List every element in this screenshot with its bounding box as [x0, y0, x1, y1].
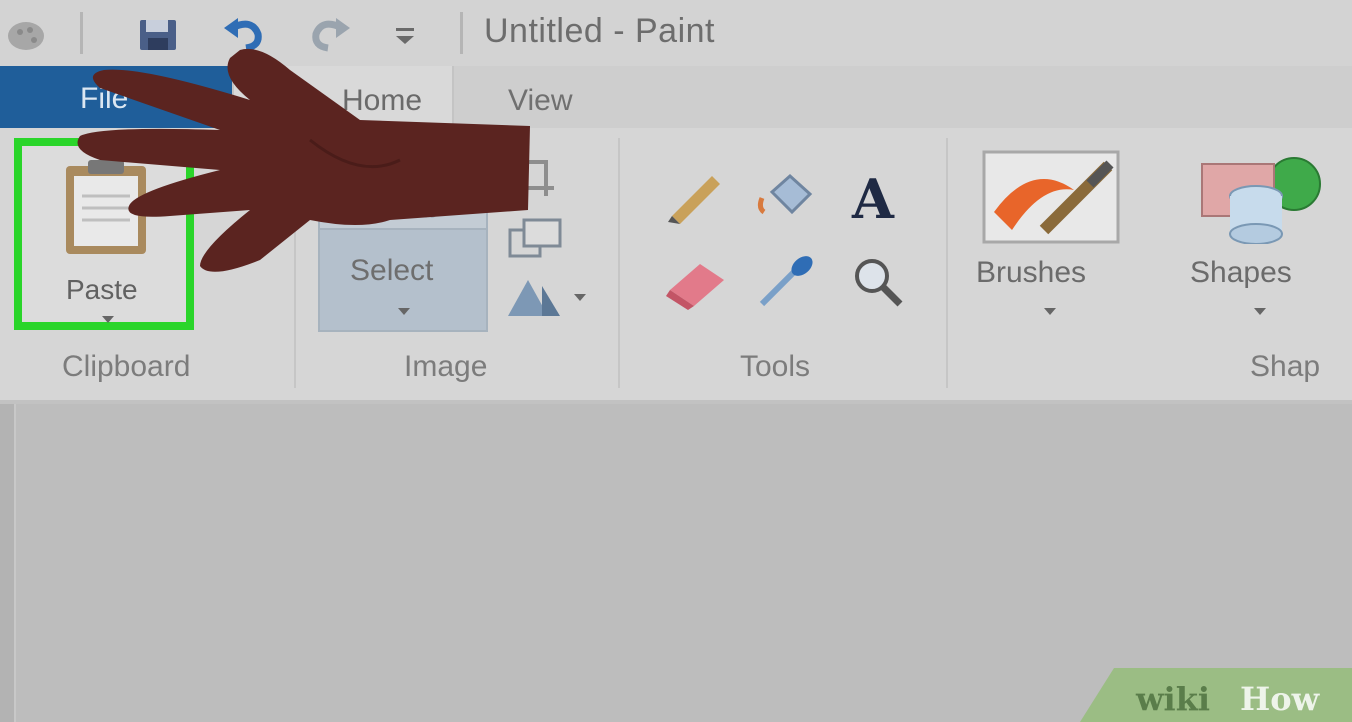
paint-app-icon[interactable] — [0, 14, 44, 54]
paste-dropdown-icon[interactable] — [102, 316, 114, 323]
canvas-left-edge — [0, 404, 16, 722]
watermark-how-text: How — [1240, 680, 1320, 718]
eraser-icon[interactable] — [664, 254, 728, 310]
pencil-icon[interactable] — [664, 168, 728, 224]
hand-overlay-icon — [77, 48, 530, 272]
brushes-label[interactable]: Brushes — [976, 256, 1086, 290]
group-label-tools: Tools — [740, 350, 811, 383]
shapes-icon[interactable] — [1196, 150, 1326, 244]
shapes-label[interactable]: Shapes — [1190, 256, 1292, 290]
svg-text:A: A — [851, 168, 895, 224]
ribbon-separator — [618, 138, 620, 388]
watermark-wiki-text: wiki — [1136, 680, 1211, 718]
group-label-shapes: Shap — [1250, 350, 1321, 383]
brushes-dropdown-icon[interactable] — [1044, 308, 1056, 315]
group-label-image: Image — [404, 350, 488, 383]
magnifier-icon[interactable] — [846, 254, 910, 310]
ribbon-separator — [946, 138, 948, 388]
fill-icon[interactable] — [754, 168, 818, 224]
group-label-clipboard: Clipboard — [62, 350, 191, 383]
select-dropdown-icon[interactable] — [398, 308, 410, 315]
text-icon[interactable]: A — [846, 168, 910, 224]
color-picker-icon[interactable] — [754, 254, 818, 310]
shapes-dropdown-icon[interactable] — [1254, 308, 1266, 315]
brushes-icon[interactable] — [982, 150, 1120, 244]
